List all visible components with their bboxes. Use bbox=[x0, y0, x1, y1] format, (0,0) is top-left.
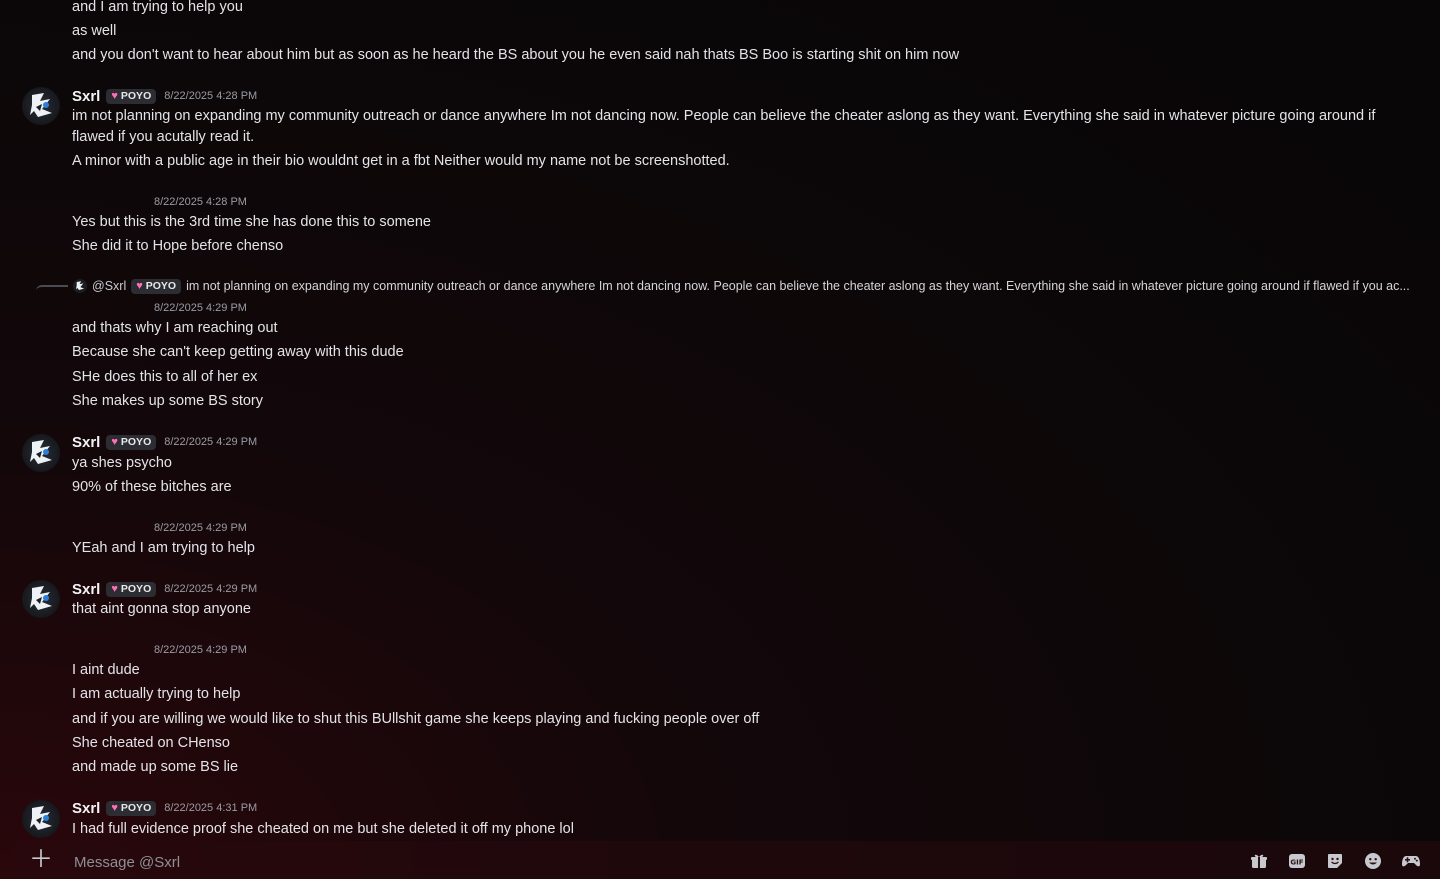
message-composer: ＋ GIF bbox=[12, 841, 1440, 879]
composer-toolbar: GIF bbox=[1248, 850, 1422, 872]
avatar[interactable] bbox=[22, 580, 60, 618]
message-line: A minor with a public age in their bio w… bbox=[72, 153, 730, 169]
timestamp: 8/22/2025 4:31 PM bbox=[164, 802, 258, 814]
message-header: Sxrl ♥ POYO 8/22/2025 4:28 PM bbox=[72, 86, 257, 106]
role-tag[interactable]: ♥ POYO bbox=[106, 800, 157, 816]
message-line: YEah and I am trying to help bbox=[72, 540, 255, 556]
message-line: SHe does this to all of her ex bbox=[72, 369, 258, 385]
svg-text:GIF: GIF bbox=[1290, 859, 1303, 867]
message-list[interactable]: and I am trying to help you as well and … bbox=[0, 0, 1440, 840]
message-line: She makes up some BS story bbox=[72, 393, 263, 409]
timestamp: 8/22/2025 4:28 PM bbox=[164, 90, 258, 102]
username[interactable]: Sxrl bbox=[72, 88, 100, 105]
message-line: I had full evidence proof she cheated on… bbox=[72, 821, 574, 837]
timestamp: 8/22/2025 4:28 PM bbox=[154, 196, 247, 208]
message-line: and I am trying to help you bbox=[72, 0, 243, 15]
message-input[interactable] bbox=[72, 851, 1226, 873]
sticker-icon[interactable] bbox=[1324, 850, 1346, 872]
username[interactable]: Sxrl bbox=[72, 581, 100, 598]
reply-mention[interactable]: @Sxrl bbox=[92, 279, 126, 293]
reply-preview[interactable]: @Sxrl ♥ POYO im not planning on expanding… bbox=[36, 277, 1410, 295]
message-line: Yes but this is the 3rd time she has don… bbox=[72, 214, 431, 230]
activities-icon[interactable] bbox=[1400, 850, 1422, 872]
message-header: Sxrl ♥ POYO 8/22/2025 4:31 PM bbox=[72, 798, 257, 818]
reply-text[interactable]: im not planning on expanding my communit… bbox=[186, 279, 1410, 293]
avatar[interactable] bbox=[22, 800, 60, 838]
message-line: She did it to Hope before chenso bbox=[72, 238, 284, 254]
message-line: and you don't want to hear about him but… bbox=[72, 47, 960, 63]
heart-icon: ♥ bbox=[111, 436, 118, 448]
message-line: Because she can't keep getting away with… bbox=[72, 344, 404, 360]
message-line: as well bbox=[72, 23, 117, 39]
message-line: and made up some BS lie bbox=[72, 759, 239, 775]
message-line: She cheated on CHenso bbox=[72, 735, 230, 751]
message-line: im not planning on expanding my communit… bbox=[72, 108, 1376, 145]
timestamp: 8/22/2025 4:29 PM bbox=[164, 436, 258, 448]
gift-icon[interactable] bbox=[1248, 850, 1270, 872]
add-attachment-button[interactable]: ＋ bbox=[29, 847, 53, 873]
timestamp: 8/22/2025 4:29 PM bbox=[154, 302, 247, 314]
message-line: I aint dude bbox=[72, 662, 140, 678]
avatar[interactable] bbox=[22, 434, 60, 472]
role-tag[interactable]: ♥ POYO bbox=[106, 434, 157, 450]
role-tag[interactable]: ♥ POYO bbox=[106, 88, 157, 104]
reply-spine bbox=[36, 285, 68, 295]
timestamp: 8/22/2025 4:29 PM bbox=[164, 583, 258, 595]
timestamp: 8/22/2025 4:29 PM bbox=[154, 644, 247, 656]
message-line: ya shes psycho bbox=[72, 455, 172, 471]
reply-avatar bbox=[73, 279, 87, 293]
heart-icon: ♥ bbox=[136, 280, 143, 292]
emoji-icon[interactable] bbox=[1362, 850, 1384, 872]
username[interactable]: Sxrl bbox=[72, 800, 100, 817]
role-tag: ♥ POYO bbox=[131, 278, 182, 294]
timestamp: 8/22/2025 4:29 PM bbox=[154, 522, 247, 534]
avatar[interactable] bbox=[22, 87, 60, 125]
heart-icon: ♥ bbox=[111, 583, 118, 595]
message-line: that aint gonna stop anyone bbox=[72, 601, 251, 617]
message-line: 90% of these bitches are bbox=[72, 479, 232, 495]
role-tag[interactable]: ♥ POYO bbox=[106, 581, 157, 597]
message-header: Sxrl ♥ POYO 8/22/2025 4:29 PM bbox=[72, 579, 257, 599]
message-line: I am actually trying to help bbox=[72, 686, 241, 702]
heart-icon: ♥ bbox=[111, 802, 118, 814]
message-header: Sxrl ♥ POYO 8/22/2025 4:29 PM bbox=[72, 432, 257, 452]
gif-icon[interactable]: GIF bbox=[1286, 850, 1308, 872]
heart-icon: ♥ bbox=[111, 90, 118, 102]
username[interactable]: Sxrl bbox=[72, 434, 100, 451]
message-line: and thats why I am reaching out bbox=[72, 320, 278, 336]
message-line: and if you are willing we would like to … bbox=[72, 711, 760, 727]
